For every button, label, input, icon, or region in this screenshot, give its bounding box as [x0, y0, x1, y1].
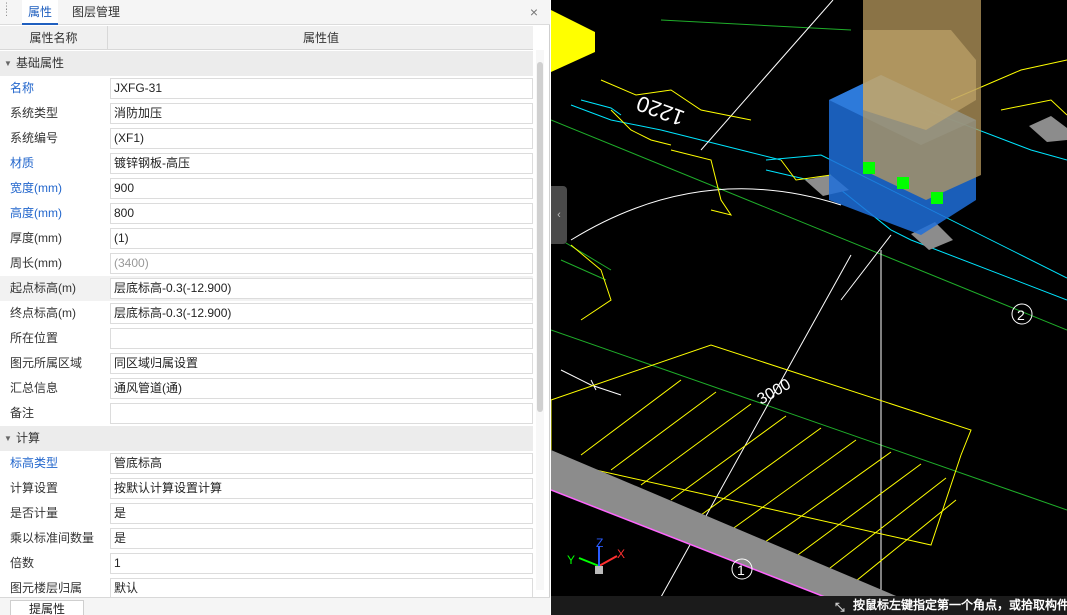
property-value-field[interactable]: 是	[110, 503, 533, 524]
property-row-region[interactable]: 图元所属区域 同区域归属设置	[0, 351, 533, 376]
axis-y-label: Y	[567, 553, 575, 567]
grip-handle[interactable]	[863, 162, 875, 174]
property-label: 起点标高(m)	[10, 281, 76, 295]
property-row-is-measured[interactable]: 是否计量 是	[0, 501, 533, 526]
cursor-icon: ⤡	[835, 600, 845, 614]
property-label: 是否计量	[10, 506, 59, 520]
property-value-field[interactable]: (1)	[110, 228, 533, 249]
property-value-field[interactable]: 层底标高-0.3(-12.900)	[110, 303, 533, 324]
property-label: 倍数	[10, 556, 35, 570]
property-value-field[interactable]: 消防加压	[110, 103, 533, 124]
property-value-field[interactable]: 管底标高	[110, 453, 533, 474]
tab-bar: ⋮ ⋮ 属性 图层管理 ×	[0, 0, 550, 25]
property-value-field[interactable]: 镀锌钢板-高压	[110, 153, 533, 174]
property-row-summary[interactable]: 汇总信息 通风管道(通)	[0, 376, 533, 401]
property-row-name[interactable]: 名称 JXFG-31	[0, 76, 533, 101]
property-value-field[interactable]: 900	[110, 178, 533, 199]
property-row-multiply-standard-rooms[interactable]: 乘以标准间数量 是	[0, 526, 533, 551]
drag-handle-icon[interactable]: ⋮ ⋮	[2, 2, 11, 23]
property-value-field[interactable]: JXFG-31	[110, 78, 533, 99]
property-row-location[interactable]: 所在位置	[0, 326, 533, 351]
dimension-label-3000: 3000	[755, 376, 794, 409]
property-value-field[interactable]: 层底标高-0.3(-12.900)	[110, 278, 533, 299]
property-row-multiplier[interactable]: 倍数 1	[0, 551, 533, 576]
property-label: 计算设置	[10, 481, 59, 495]
property-row-perimeter[interactable]: 周长(mm) (3400)	[0, 251, 533, 276]
tab-extract-properties[interactable]: 提属性	[10, 600, 84, 615]
vertical-scrollbar[interactable]	[536, 50, 544, 590]
property-label: 汇总信息	[10, 381, 59, 395]
tab-properties[interactable]: 属性	[22, 0, 59, 25]
collapse-caret-icon[interactable]: ▼	[4, 426, 12, 451]
property-row-width[interactable]: 宽度(mm) 900	[0, 176, 533, 201]
axis-gizmo: Y X Z	[567, 536, 625, 574]
property-value-field[interactable]	[110, 328, 533, 349]
property-row-remarks[interactable]: 备注	[0, 401, 533, 426]
property-value-field[interactable]: 按默认计算设置计算	[110, 478, 533, 499]
property-value-field[interactable]: 通风管道(通)	[110, 378, 533, 399]
collapse-panel-button[interactable]: ‹	[551, 186, 567, 244]
property-row-height[interactable]: 高度(mm) 800	[0, 201, 533, 226]
property-label: 图元所属区域	[10, 356, 83, 370]
tab-layer-management[interactable]: 图层管理	[66, 0, 126, 25]
property-row-material[interactable]: 材质 镀锌钢板-高压	[0, 151, 533, 176]
yellow-annotations	[551, 59, 1067, 546]
dimension-label-1220: 1220	[633, 91, 688, 131]
property-label: 材质	[10, 156, 35, 170]
cyan-outlines	[570, 99, 1067, 301]
cad-viewport[interactable]: 3000 1220 2 1 Y X Z ‹ ⤡ 按鼠标左键指定第一个角点，或拾取…	[551, 0, 1067, 615]
property-row-elevation-type[interactable]: 标高类型 管底标高	[0, 451, 533, 476]
property-value-field[interactable]	[110, 403, 533, 424]
gray-beam	[551, 450, 941, 615]
section-title: 计算	[16, 431, 41, 445]
property-row-system-type[interactable]: 系统类型 消防加压	[0, 101, 533, 126]
property-label: 系统类型	[10, 106, 59, 120]
axis-marker-2-label: 2	[1017, 307, 1025, 323]
section-basic-properties[interactable]: ▼ 基础属性	[0, 51, 533, 76]
property-label: 终点标高(m)	[10, 306, 76, 320]
property-label: 名称	[10, 81, 35, 95]
grip-handle[interactable]	[897, 177, 909, 189]
section-title: 基础属性	[16, 56, 65, 70]
property-label: 所在位置	[10, 331, 59, 345]
property-value-field[interactable]: 同区域归属设置	[110, 353, 533, 374]
property-label: 周长(mm)	[10, 256, 62, 270]
property-label: 系统编号	[10, 131, 59, 145]
axis-x-label: X	[617, 547, 625, 561]
property-grid: ▼ 基础属性 名称 JXFG-31 系统类型 消防加压 系统编号 (XF1) 材质 镀锌…	[0, 51, 533, 601]
property-row-end-elevation[interactable]: 终点标高(m) 层底标高-0.3(-12.900)	[0, 301, 533, 326]
section-calculation[interactable]: ▼ 计算	[0, 426, 533, 451]
property-label: 宽度(mm)	[10, 181, 62, 195]
yellow-slab	[551, 10, 595, 72]
axis-marker-1-label: 1	[737, 562, 745, 578]
column-header-value: 属性值	[302, 31, 339, 45]
status-prompt-text: 按鼠标左键指定第一个角点，或拾取构件	[853, 598, 1067, 612]
property-row-start-elevation[interactable]: 起点标高(m) 层底标高-0.3(-12.900)	[0, 276, 533, 301]
property-value-field[interactable]: 800	[110, 203, 533, 224]
property-row-thickness[interactable]: 厚度(mm) (1)	[0, 226, 533, 251]
property-value-field: (3400)	[110, 253, 533, 274]
property-value-field[interactable]: (XF1)	[110, 128, 533, 149]
axis-z-label: Z	[596, 536, 603, 550]
property-grid-header: 属性名称 属性值	[0, 26, 533, 50]
status-bar: ⤡ 按鼠标左键指定第一个角点，或拾取构件	[551, 596, 1067, 615]
property-label: 厚度(mm)	[10, 231, 62, 245]
collapse-caret-icon[interactable]: ▼	[4, 51, 12, 76]
property-label: 标高类型	[10, 456, 59, 470]
property-value-field[interactable]: 是	[110, 528, 533, 549]
cad-drawing[interactable]: 3000 1220 2 1 Y X Z	[551, 0, 1067, 615]
property-row-calc-settings[interactable]: 计算设置 按默认计算设置计算	[0, 476, 533, 501]
property-value-field[interactable]: 默认	[110, 578, 533, 599]
scrollbar-thumb[interactable]	[537, 62, 543, 412]
bottom-tab-bar: 提属性	[0, 597, 550, 615]
property-label: 备注	[10, 406, 35, 420]
property-label: 乘以标准间数量	[10, 531, 95, 545]
property-label: 高度(mm)	[10, 206, 62, 220]
close-icon[interactable]: ×	[530, 4, 538, 20]
properties-panel: ⋮ ⋮ 属性 图层管理 × 属性名称 属性值 ▼ 基础属性 名称 JXFG-31 系…	[0, 0, 550, 615]
column-header-name: 属性名称	[0, 26, 108, 50]
grip-handle[interactable]	[931, 192, 943, 204]
property-value-field[interactable]: 1	[110, 553, 533, 574]
property-row-system-code[interactable]: 系统编号 (XF1)	[0, 126, 533, 151]
